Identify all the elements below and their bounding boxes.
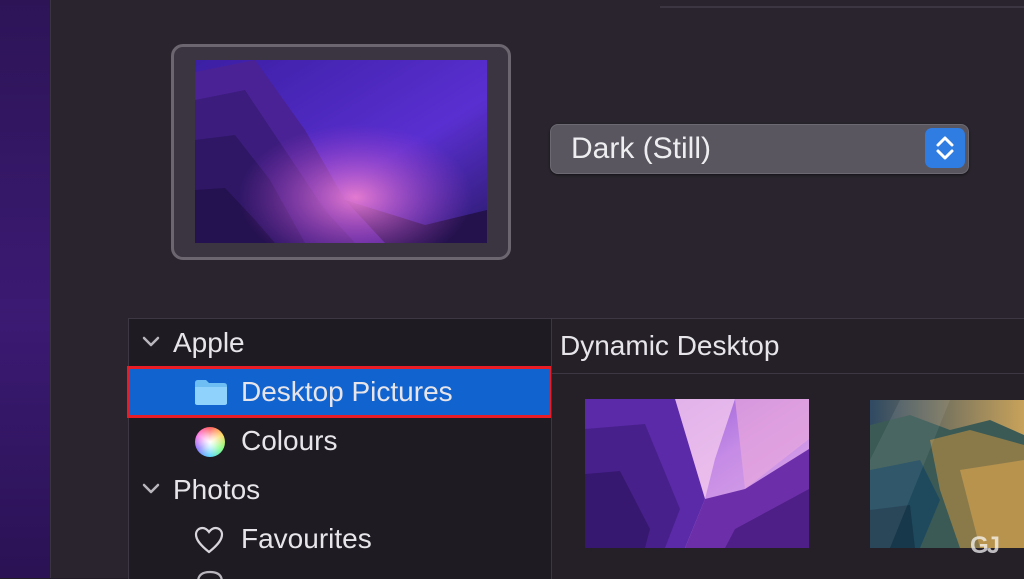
select-stepper-icon[interactable] [925, 128, 965, 168]
sidebar-item-label: Desktop Pictures [241, 376, 453, 407]
toolbar-divider [660, 0, 1024, 8]
folder-icon [193, 377, 229, 412]
sidebar-group-photos[interactable]: Photos [129, 466, 551, 514]
desktop-background-edge [0, 0, 52, 578]
gallery-section-header: Dynamic Desktop [552, 319, 1024, 374]
wallpaper-thumbnail-big-sur[interactable] [870, 400, 1024, 548]
wallpaper-thumbnail-monterey[interactable] [585, 399, 809, 548]
watermark-logo: GJ [970, 532, 1000, 559]
sidebar-item-partial[interactable] [129, 564, 551, 579]
section-title: Dynamic Desktop [560, 330, 780, 361]
appearance-select-value: Dark (Still) [571, 132, 711, 165]
appearance-select[interactable]: Dark (Still) [550, 124, 969, 174]
chevron-down-icon[interactable] [141, 335, 161, 354]
sidebar-item-colours[interactable]: Colours [129, 417, 551, 465]
sidebar-item-label: Colours [241, 425, 338, 456]
sidebar-item-label: Favourites [241, 523, 372, 554]
wallpaper-source-sidebar: Apple Desktop Pictures Colours Photos Fa… [127, 318, 553, 579]
sidebar-group-label: Apple [173, 327, 245, 358]
sidebar-group-apple[interactable]: Apple [129, 319, 551, 367]
sidebar-item-desktop-pictures[interactable]: Desktop Pictures [127, 366, 553, 418]
heart-icon [193, 525, 225, 560]
colour-wheel-icon [195, 427, 225, 457]
sidebar-group-label: Photos [173, 474, 261, 505]
current-wallpaper-preview [195, 60, 487, 243]
chevron-down-icon[interactable] [141, 482, 161, 501]
sidebar-item-favourites[interactable]: Favourites [129, 515, 551, 563]
